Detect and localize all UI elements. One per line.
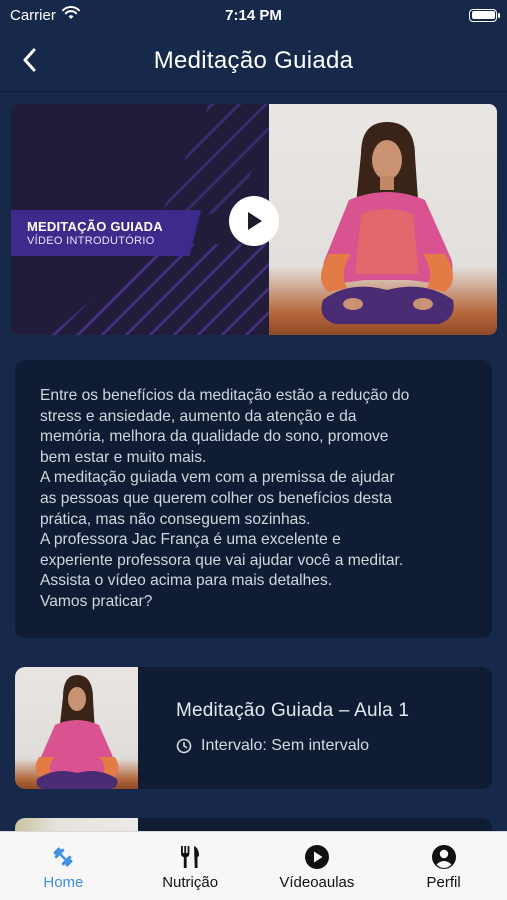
play-button[interactable]	[229, 196, 279, 246]
nav-bar: Meditação Guiada	[0, 30, 507, 92]
page-title: Meditação Guiada	[153, 46, 354, 74]
tab-videoaulas[interactable]: Vídeoaulas	[254, 832, 381, 900]
description-text: Entre os benefícios da meditação estão a…	[40, 386, 470, 613]
lesson-meta: Intervalo: Sem intervalo	[176, 737, 369, 755]
description-line: Vamos praticar?	[40, 592, 153, 610]
tab-label: Nutrição	[162, 874, 219, 891]
status-left: Carrier	[10, 6, 80, 24]
video-banner-subtitle: VÍDEO INTRODUTÓRIO	[27, 235, 155, 247]
description-line: memória, melhora da qualidade do sono, p…	[40, 428, 389, 446]
description-line: A meditação guiada vem com a premissa de…	[40, 469, 395, 487]
lesson-thumbnail	[15, 667, 138, 789]
lesson-interval: Intervalo: Sem intervalo	[201, 737, 370, 754]
video-banner: MEDITAÇÃO GUIADA VÍDEO INTRODUTÓRIO	[11, 210, 201, 256]
lesson-card[interactable]: Meditação Guiada – Aula 1 Intervalo: Sem…	[15, 667, 492, 789]
tab-label: Home	[43, 874, 84, 891]
fork-knife-icon	[177, 844, 203, 870]
wifi-icon	[61, 6, 80, 24]
description-line: prática, mas não conseguem sozinhas.	[40, 510, 311, 528]
description-line: stress e ansiedade, aumento da atenção e…	[40, 407, 357, 425]
user-circle-icon	[431, 844, 457, 870]
lesson-instructor-photo	[35, 675, 119, 789]
clock-icon	[176, 738, 192, 754]
video-banner-title: MEDITAÇÃO GUIADA	[27, 219, 163, 234]
battery-icon	[469, 8, 500, 22]
tab-perfil[interactable]: Perfil	[380, 832, 507, 900]
play-circle-icon	[304, 844, 330, 870]
back-button[interactable]	[12, 42, 48, 78]
tab-home[interactable]: Home	[0, 832, 127, 900]
tab-label: Vídeoaulas	[279, 874, 355, 891]
tab-nutricao[interactable]: Nutrição	[127, 832, 254, 900]
lesson-title: Meditação Guiada – Aula 1	[176, 700, 410, 721]
carrier-label: Carrier	[10, 6, 56, 24]
description-line: Assista o vídeo acima para mais detalhes…	[40, 572, 333, 590]
tab-bar: Home Nutrição Vídeoaulas Perfil	[0, 831, 507, 900]
instructor-photo	[321, 122, 454, 324]
description-line: A professora Jac França é uma excelente …	[40, 531, 341, 549]
description-line: Entre os benefícios da meditação estão a…	[40, 387, 410, 404]
description-line: experiente professora que vai ajudar voc…	[40, 551, 404, 569]
description-line: as pessoas que querem colher os benefíci…	[40, 489, 392, 507]
video-player[interactable]: MEDITAÇÃO GUIADA VÍDEO INTRODUTÓRIO	[11, 104, 497, 335]
tab-label: Perfil	[426, 874, 461, 891]
dumbbell-icon	[50, 844, 76, 870]
status-bar: Carrier 7:14 PM	[0, 0, 507, 30]
chevron-left-icon	[23, 48, 36, 72]
description-card: Entre os benefícios da meditação estão a…	[15, 360, 492, 638]
play-icon	[248, 212, 262, 230]
description-line: bem estar e muito mais.	[40, 448, 207, 466]
